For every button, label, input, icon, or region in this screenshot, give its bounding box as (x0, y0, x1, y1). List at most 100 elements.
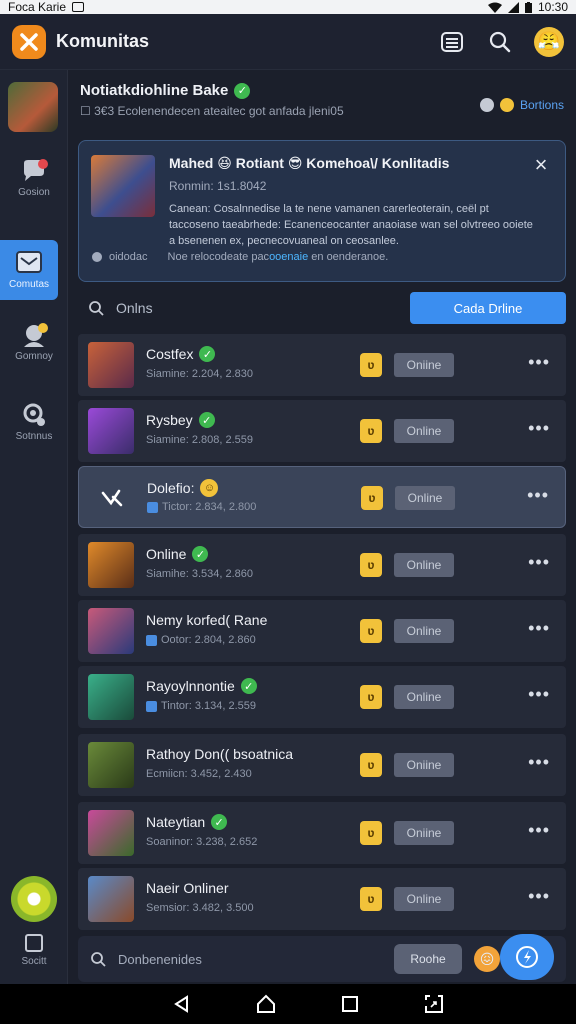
member-thumbnail (88, 810, 134, 856)
profile-emoji-icon[interactable]: 😤 (534, 26, 564, 57)
inbox-icon (16, 250, 42, 273)
cada-drline-button[interactable]: Cada Drline (410, 292, 566, 324)
side-rail: Gosion Comutas Gomnoy Sotnnus Socitt (0, 70, 68, 984)
member-name-row: Nateytian ✓ (146, 814, 228, 830)
status-bar: Foca Karie 10:30 (0, 0, 576, 14)
announcement-card[interactable]: Mahed 😆 Rotiant 😎 Komehoa\/ Konlitadis R… (78, 140, 566, 282)
search-icon (89, 301, 104, 316)
list-item[interactable]: Online ✓ Siamihe: 3.534, 2.860 ʋ Online ••• (78, 534, 566, 596)
list-item[interactable]: Rathoy Don(( bsoatnica Ecmiicn: 3.452, 2.… (78, 734, 566, 796)
status-badge[interactable]: Oniine (394, 821, 454, 845)
list-item[interactable]: Nateytian ✓ Soaninor: 3.238, 2.652 ʋ Oniine •… (78, 802, 566, 864)
more-options-icon[interactable]: ••• (528, 352, 550, 373)
search-input[interactable]: Onlns (78, 290, 410, 326)
rail-item-label: Socitt (21, 956, 47, 967)
status-badge[interactable]: Online (394, 619, 454, 643)
status-badge[interactable]: Online (394, 887, 454, 911)
status-badge[interactable]: Oniine (394, 753, 454, 777)
member-thumbnail (88, 742, 134, 788)
list-item[interactable]: Costfex ✓ Siamine: 2.204, 2.830 ʋ Oniine ••• (78, 334, 566, 396)
list-item[interactable]: Rysbey ✓ Siamine: 2.808, 2.559 ʋ Online ••• (78, 400, 566, 462)
member-name: Dolefio: (147, 480, 195, 496)
verified-icon: ✓ (199, 346, 216, 362)
emoji-icon[interactable]: 😖 (474, 946, 500, 972)
member-name: Nateytian (146, 814, 206, 830)
shield-icon[interactable]: ʋ (360, 353, 382, 377)
rail-item-sotnnus[interactable]: Sotnnus (0, 392, 68, 452)
rail-item-gosion[interactable]: Gosion (0, 148, 68, 208)
member-thumbnail (88, 876, 134, 922)
clock: 10:30 (537, 0, 568, 14)
announcement-body: Canean: Cosalnnedise la te nene vamanen … (169, 203, 533, 247)
settings-icon (23, 403, 45, 426)
home-button[interactable] (254, 992, 278, 1016)
rail-item-label: Sotnnus (15, 430, 53, 442)
status-badge[interactable]: Online (394, 685, 454, 709)
more-options-icon[interactable]: ••• (528, 752, 550, 773)
bortions-link[interactable]: Bortions (520, 98, 564, 112)
more-options-icon[interactable]: ••• (528, 418, 550, 439)
list-item[interactable]: Rayoylnnontie ✓ Tintor: 3.134, 2.559 ʋ Onlin… (78, 666, 566, 728)
compose-fab[interactable] (500, 934, 554, 980)
member-stats-row: Siamine: 2.204, 2.830 (146, 368, 253, 380)
roohe-button[interactable]: Roohe (394, 944, 462, 974)
recents-button[interactable] (338, 992, 362, 1016)
list-icon (441, 31, 463, 52)
more-options-icon[interactable]: ••• (528, 886, 550, 907)
status-badge[interactable]: Oniine (394, 353, 454, 377)
list-item[interactable]: Nemy korfed( Rane Ootor: 2.804, 2.860 ʋ Onl… (78, 600, 566, 662)
app-logo[interactable] (12, 24, 46, 59)
app-header: Komunitas 😤 (0, 14, 576, 70)
compose-input[interactable]: Donbenenides (118, 952, 202, 967)
more-options-icon[interactable]: ••• (528, 618, 550, 639)
shield-icon[interactable]: ʋ (360, 553, 382, 577)
shield-icon[interactable]: ʋ (360, 887, 382, 911)
list-button[interactable] (438, 28, 466, 56)
platform-icon (146, 634, 157, 646)
footer-label: oidodac (109, 251, 148, 263)
search-icon (91, 952, 106, 967)
member-name-row: Dolefio: ☺ (147, 479, 219, 497)
more-options-icon[interactable]: ••• (528, 552, 550, 573)
member-stats-row: Semsior: 3.482, 3.500 (146, 902, 254, 914)
member-stats: Soaninor: 3.238, 2.652 (146, 836, 258, 848)
announcement-image (91, 155, 155, 217)
shield-icon[interactable]: ʋ (360, 821, 382, 845)
status-badge[interactable]: Online (394, 553, 454, 577)
list-item[interactable]: Naeir Onliner Semsior: 3.482, 3.500 ʋ Onlin… (78, 868, 566, 930)
back-button[interactable] (170, 992, 194, 1016)
close-icon[interactable]: × (529, 152, 553, 177)
rail-item-gomnoy[interactable]: Gomnoy (0, 312, 68, 372)
profile-actions[interactable]: Bortions (479, 98, 564, 112)
status-badge[interactable]: Online (394, 419, 454, 443)
more-options-icon[interactable]: ••• (528, 820, 550, 841)
platform-icon (147, 501, 158, 513)
app-title: Komunitas (56, 31, 150, 51)
member-stats: Ecmiicn: 3.452, 2.430 (146, 768, 252, 780)
shield-icon[interactable]: ʋ (360, 753, 382, 777)
unread-badge (38, 158, 48, 169)
music-disc-icon[interactable] (11, 876, 57, 922)
alert-badge (38, 322, 48, 333)
shield-icon[interactable]: ʋ (361, 486, 383, 510)
verified-icon: ✓ (192, 546, 209, 562)
more-options-icon[interactable]: ••• (527, 485, 549, 506)
screenshot-button[interactable] (422, 992, 446, 1016)
logo-mark-icon (20, 32, 38, 51)
member-name-row: Online ✓ (146, 546, 209, 562)
status-badge[interactable]: Online (395, 486, 455, 510)
wifi-icon (487, 2, 502, 13)
member-stats: Tintor: 3.134, 2.559 (161, 700, 256, 712)
user-avatar[interactable] (8, 82, 58, 132)
battery-icon (524, 1, 532, 13)
shield-icon[interactable]: ʋ (360, 685, 382, 709)
member-stats: Semsior: 3.482, 3.500 (146, 902, 254, 914)
search-button[interactable] (486, 28, 514, 56)
rail-item-socitt[interactable]: Socitt (0, 934, 68, 978)
rail-item-comutas[interactable]: Comutas (0, 240, 58, 300)
footer-highlight[interactable]: ooenaie (269, 251, 308, 263)
shield-icon[interactable]: ʋ (360, 619, 382, 643)
shield-icon[interactable]: ʋ (360, 419, 382, 443)
list-item[interactable]: Dolefio: ☺ Tictor: 2.834, 2.800 ʋ Online ••• (78, 466, 566, 528)
more-options-icon[interactable]: ••• (528, 684, 550, 705)
